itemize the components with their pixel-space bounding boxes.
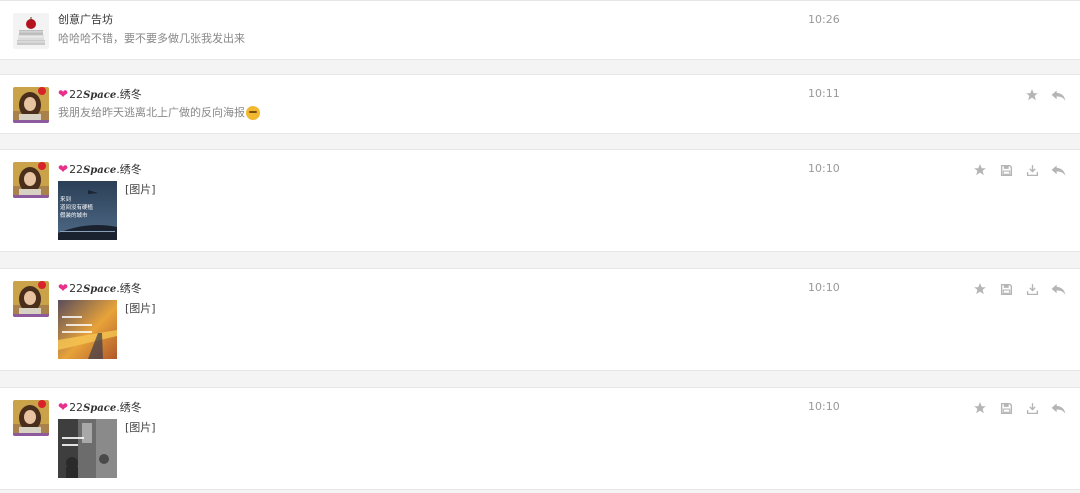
heart-icon: ❤ (58, 281, 69, 295)
image-thumbnail[interactable] (58, 300, 117, 359)
message-time: 10:10 (808, 281, 840, 294)
sender-name: 创意广告坊 (58, 13, 113, 26)
thumb-text-line: 道间没有硬植 (60, 203, 94, 211)
heart-icon: ❤ (58, 87, 69, 101)
reply-icon (1051, 90, 1065, 101)
sender-name: ❤22Space.绣冬 (58, 162, 142, 176)
message-card[interactable]: ❤22Space.绣冬 我朋友给昨天逃离北上广做的反向海报 10:11 (0, 74, 1080, 134)
star-icon (974, 164, 986, 176)
image-label: [图片] (125, 421, 156, 434)
image-label: [图片] (125, 183, 156, 196)
save-button[interactable] (998, 400, 1014, 416)
thumb-text-line: 假装的城市 (60, 211, 88, 219)
save-icon (1000, 283, 1012, 295)
message-card[interactable]: ❤22Space.绣冬 [图片] 10:10 (0, 387, 1080, 490)
reply-button[interactable] (1050, 400, 1066, 416)
star-button[interactable] (972, 400, 988, 416)
sender-name: ❤22Space.绣冬 (58, 87, 142, 101)
message-card[interactable]: ❤22Space.绣冬 [图片] 10:10 (0, 268, 1080, 371)
reply-icon (1051, 165, 1065, 176)
sender-name: ❤22Space.绣冬 (58, 281, 142, 295)
message-actions (972, 281, 1066, 297)
smirk-emoji-icon (246, 106, 260, 120)
reply-button[interactable] (1050, 87, 1066, 103)
avatar[interactable] (13, 87, 49, 123)
download-icon (1026, 402, 1038, 414)
avatar[interactable] (13, 281, 49, 317)
download-icon (1026, 283, 1038, 295)
star-button[interactable] (972, 162, 988, 178)
message-time: 10:10 (808, 400, 840, 413)
image-thumbnail[interactable] (58, 419, 117, 478)
message-actions (972, 400, 1066, 416)
save-button[interactable] (998, 281, 1014, 297)
message-card[interactable]: ❤22Space.绣冬 来到 道间没有硬植 假装的城市 [图片] 10:10 (0, 149, 1080, 252)
image-label: [图片] (125, 302, 156, 315)
image-thumbnail[interactable]: 来到 道间没有硬植 假装的城市 (58, 181, 117, 240)
message-time: 10:11 (808, 87, 840, 100)
save-icon (1000, 402, 1012, 414)
heart-icon: ❤ (58, 162, 69, 176)
message-actions (1024, 87, 1066, 103)
download-button[interactable] (1024, 162, 1040, 178)
reply-button[interactable] (1050, 281, 1066, 297)
heart-icon: ❤ (58, 400, 69, 414)
download-button[interactable] (1024, 281, 1040, 297)
message-actions (972, 162, 1066, 178)
avatar[interactable] (13, 162, 49, 198)
star-icon (974, 283, 986, 295)
reply-icon (1051, 403, 1065, 414)
message-feed: 创意广告坊 哈哈哈不错，要不要多做几张我发出来 10:26 ❤22Space.绣… (0, 0, 1080, 493)
star-button[interactable] (1024, 87, 1040, 103)
message-preview: 哈哈哈不错，要不要多做几张我发出来 (58, 32, 245, 45)
message-preview: 我朋友给昨天逃离北上广做的反向海报 (58, 106, 260, 120)
message-time: 10:10 (808, 162, 840, 175)
sender-name: ❤22Space.绣冬 (58, 400, 142, 414)
download-icon (1026, 164, 1038, 176)
save-icon (1000, 164, 1012, 176)
message-card[interactable]: 创意广告坊 哈哈哈不错，要不要多做几张我发出来 10:26 (0, 0, 1080, 60)
reply-button[interactable] (1050, 162, 1066, 178)
download-button[interactable] (1024, 400, 1040, 416)
save-button[interactable] (998, 162, 1014, 178)
star-icon (1026, 89, 1038, 101)
star-icon (974, 402, 986, 414)
avatar[interactable] (13, 13, 49, 49)
avatar[interactable] (13, 400, 49, 436)
thumb-text-line: 来到 (60, 195, 71, 203)
reply-icon (1051, 284, 1065, 295)
message-time: 10:26 (808, 13, 840, 26)
star-button[interactable] (972, 281, 988, 297)
